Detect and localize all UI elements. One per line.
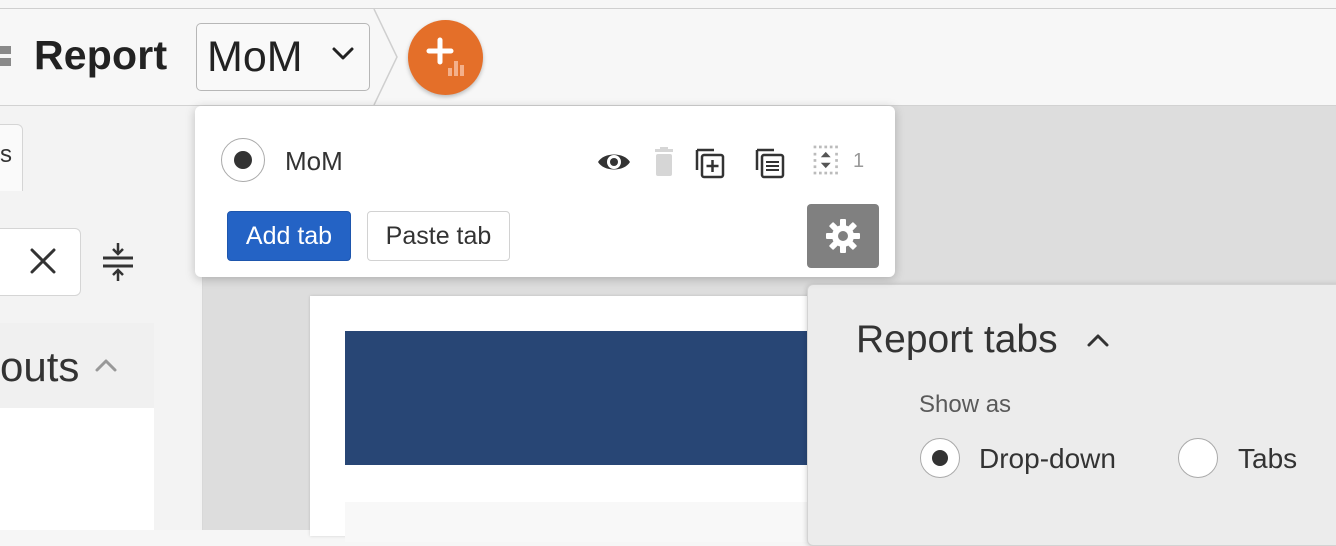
tabs-radio[interactable]: [1178, 438, 1218, 478]
tab-order-number: 1: [853, 150, 865, 172]
tab-select-dropdown[interactable]: MoM: [196, 23, 370, 91]
report-tabs-title: Report tabs: [856, 318, 1058, 361]
page-title: Report: [34, 32, 168, 78]
report-widget[interactable]: [345, 502, 815, 542]
chevron-up-icon[interactable]: [94, 357, 118, 373]
dropdown-radio[interactable]: [920, 438, 960, 478]
paste-tab-button[interactable]: Paste tab: [367, 211, 510, 261]
trash-icon[interactable]: [646, 144, 682, 180]
eye-icon[interactable]: [596, 144, 632, 180]
close-icon[interactable]: [28, 246, 58, 276]
sidebar-tab-label: s: [0, 141, 12, 168]
reorder-icon[interactable]: [810, 142, 846, 178]
tab-name-label[interactable]: MoM: [285, 146, 343, 177]
add-widget-button[interactable]: [408, 20, 483, 95]
menu-icon[interactable]: [0, 46, 11, 72]
add-tab-button[interactable]: Add tab: [227, 211, 351, 261]
layouts-section-title: outs: [0, 343, 80, 390]
chevron-down-icon: [332, 47, 354, 60]
chevron-up-icon[interactable]: [1086, 332, 1110, 348]
tab-settings-button[interactable]: [807, 204, 879, 268]
copy-icon[interactable]: [752, 144, 788, 180]
gear-icon: [826, 219, 860, 253]
show-as-label: Show as: [919, 391, 1012, 418]
dropdown-option-label[interactable]: Drop-down: [979, 443, 1116, 475]
selected-tab-label: MoM: [207, 32, 303, 81]
add-widget-icon: [426, 37, 464, 76]
collapse-icon[interactable]: [101, 241, 135, 283]
duplicate-icon[interactable]: [692, 144, 728, 180]
breadcrumb-separator: [373, 9, 398, 105]
tab-select-radio[interactable]: [221, 138, 265, 182]
tabs-option-label[interactable]: Tabs: [1238, 443, 1297, 475]
header-banner-widget[interactable]: [345, 331, 815, 465]
